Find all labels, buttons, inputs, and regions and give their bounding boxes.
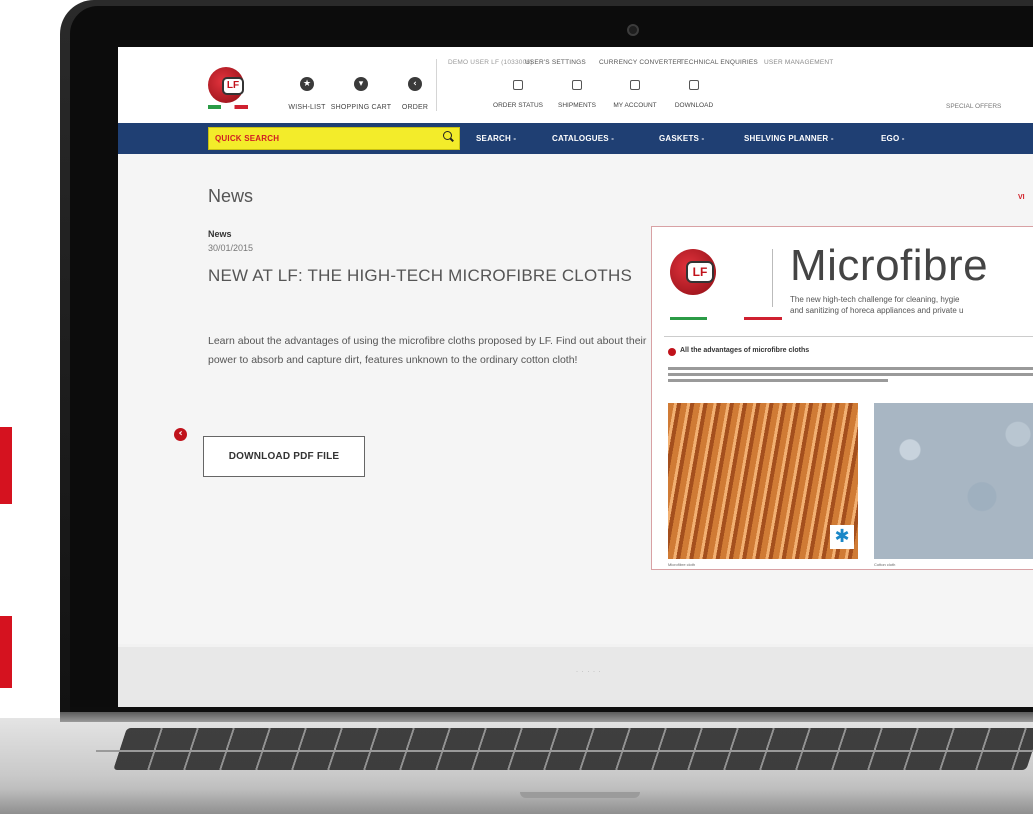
shopping-cart-label: SHOPPING CART (330, 104, 392, 111)
special-offers-link[interactable]: SPECIAL OFFERS (946, 103, 1001, 110)
search-icon[interactable] (443, 131, 452, 140)
truck-icon (572, 80, 582, 90)
my-account-label: MY ACCOUNT (613, 102, 657, 109)
clipboard-icon (513, 80, 523, 90)
star-icon: ★ (300, 77, 314, 91)
download-icon (689, 80, 699, 90)
bullet-icon (668, 348, 676, 356)
italian-flag-stripe (670, 317, 782, 320)
keyboard-row-gap (96, 750, 1033, 752)
laptop-deck-lip (0, 790, 1033, 814)
download-link[interactable]: DOWNLOAD (668, 80, 720, 112)
calendar-icon (630, 80, 640, 90)
snowflake-icon: ✱ (830, 525, 854, 549)
lf-logo-badge[interactable]: LF (222, 77, 244, 95)
photo-caption: Cotton cloth (874, 562, 896, 567)
photo-caption: Microfibre cloth (668, 562, 696, 567)
my-account-link[interactable]: MY ACCOUNT (604, 80, 666, 112)
news-body: Learn about the advantages of using the … (208, 335, 647, 366)
order-status-label: ORDER STATUS (493, 102, 543, 109)
nav-item-ego[interactable]: EGO - (881, 134, 905, 143)
cotton-photo (874, 403, 1033, 559)
page-footer (118, 647, 1033, 707)
flyer-fine-print (668, 373, 1033, 376)
shopping-cart-link[interactable]: ▾ SHOPPING CART (328, 77, 394, 114)
order-label: ORDER (401, 104, 429, 111)
cart-icon: ▾ (354, 77, 368, 91)
lf-logo-badge: LF (686, 261, 714, 283)
laptop-scene: LF ★ WISH-LIST ▾ SHOPPING CART ‹ ORDER D… (0, 0, 1033, 814)
order-status-link[interactable]: ORDER STATUS (486, 80, 550, 112)
arrow-icon: ‹ (408, 77, 422, 91)
current-user-link[interactable]: DEMO USER LF (1033006) (448, 59, 533, 66)
microfibre-flyer-image[interactable]: LF Microfibre The new high-tech challeng… (651, 226, 1033, 570)
view-all-link[interactable]: VI (1018, 194, 1025, 201)
users-settings-link[interactable]: USER'S SETTINGS (525, 59, 586, 66)
nav-item-catalogues[interactable]: CATALOGUES - (552, 134, 614, 143)
shipments-link[interactable]: SHIPMENTS (552, 80, 602, 112)
keyboard (113, 728, 1033, 770)
wish-list-label: WISH-LIST (288, 104, 326, 111)
currency-converter-link[interactable]: CURRENCY CONVERTER (599, 59, 682, 66)
download-label: DOWNLOAD (674, 102, 714, 109)
footer-text: · · · · · (576, 669, 602, 675)
news-date: 30/01/2015 (208, 243, 254, 253)
section-title: News (208, 186, 254, 206)
flyer-rule (664, 336, 1033, 337)
laptop-hinge (60, 712, 1033, 722)
carousel-prev-icon[interactable]: ‹ (174, 428, 187, 441)
quick-search-input[interactable]: QUICK SEARCH (208, 127, 460, 150)
laptop-screen: LF ★ WISH-LIST ▾ SHOPPING CART ‹ ORDER D… (118, 47, 1033, 707)
flyer-advantages-heading: All the advantages of microfibre cloths (680, 347, 810, 354)
site-header: LF ★ WISH-LIST ▾ SHOPPING CART ‹ ORDER D… (118, 47, 1033, 123)
wish-list-link[interactable]: ★ WISH-LIST (288, 77, 326, 114)
main-nav: QUICK SEARCH SEARCH - CATALOGUES - GASKE… (118, 123, 1033, 154)
nav-item-search[interactable]: SEARCH - (476, 134, 516, 143)
red-accent-bar (0, 427, 12, 504)
user-management-link[interactable]: USER MANAGEMENT (764, 59, 833, 66)
shipments-label: SHIPMENTS (558, 102, 596, 109)
nav-item-shelving-planner[interactable]: SHELVING PLANNER - (744, 134, 834, 143)
order-link[interactable]: ‹ ORDER (396, 77, 434, 114)
camera-icon (627, 24, 639, 36)
flyer-divider (772, 249, 773, 307)
download-pdf-button[interactable]: DOWNLOAD PDF FILE (203, 436, 365, 477)
news-category-label: News (208, 229, 232, 239)
news-section: News VI News 30/01/2015 NEW AT LF: THE H… (118, 154, 1033, 679)
red-accent-bar (0, 616, 12, 688)
header-divider (436, 59, 437, 111)
italian-flag-stripe (208, 105, 248, 109)
flyer-fine-print (668, 379, 888, 382)
flyer-subtitle: and sanitizing of horeca appliances and … (790, 306, 964, 315)
flyer-fine-print (668, 367, 1033, 370)
nav-item-gaskets[interactable]: GASKETS - (659, 134, 704, 143)
flyer-subtitle: The new high-tech challenge for cleaning… (790, 295, 960, 304)
technical-enquiries-link[interactable]: TECHNICAL ENQUIRIES (680, 59, 758, 66)
flyer-title: Microfibre (790, 241, 989, 290)
news-title: NEW AT LF: THE HIGH-TECH MICROFIBRE CLOT… (208, 266, 632, 285)
opening-notch (520, 792, 640, 798)
